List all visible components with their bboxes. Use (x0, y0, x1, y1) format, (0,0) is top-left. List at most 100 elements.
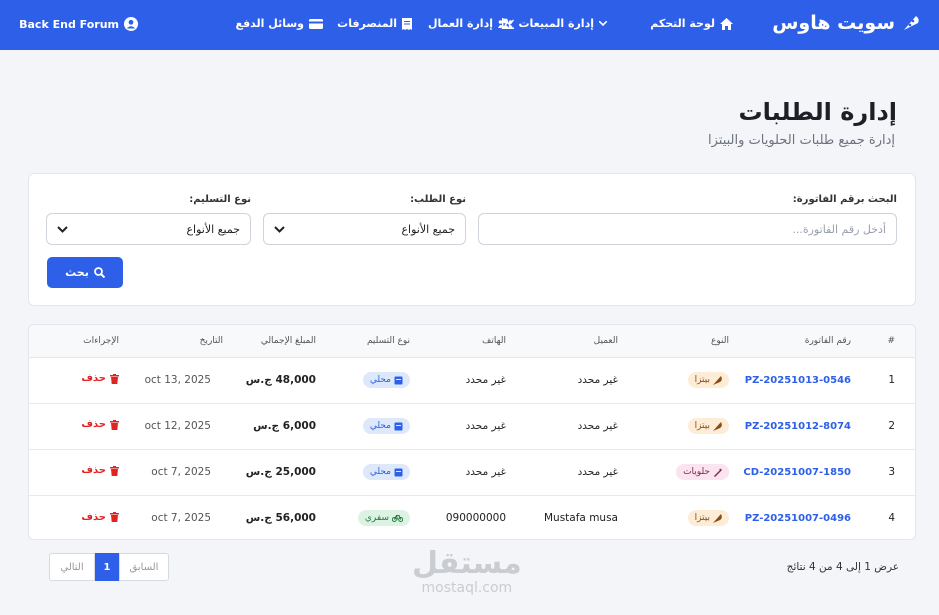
nav-payment-label: وسائل الدفع (235, 17, 304, 30)
trash-icon (110, 465, 119, 476)
watermark: مستقل mostaql.com (412, 546, 522, 597)
prev-page-button[interactable]: السابق (119, 553, 169, 581)
invoice-link[interactable]: PZ-20251012-8074 (745, 421, 851, 432)
customer-cell: غير محدد (526, 357, 636, 404)
row-number: 1 (877, 357, 915, 404)
nav-dashboard[interactable]: لوحة التحكم (650, 17, 733, 30)
nav-expenses[interactable]: المنصرفات (337, 17, 412, 30)
order-type-select[interactable]: جميع الأنواع (263, 213, 466, 245)
phone-cell: غير محدد (420, 403, 526, 450)
invoice-link[interactable]: CD-20251007-1850 (743, 467, 851, 478)
candy-icon (714, 468, 722, 477)
nav-workers-label: إدارة العمال (427, 17, 493, 30)
col-actions: الإجراءات (29, 325, 119, 358)
next-page-button[interactable]: التالي (49, 553, 95, 581)
delivery-type-text: محلي (369, 467, 391, 477)
customer-cell: غير محدد (526, 403, 636, 450)
col-date: التاريخ (119, 325, 223, 358)
top-navbar: سويت هاوس لوحة التحكم إدارة المبيعات إدا… (0, 0, 939, 50)
pizza-icon (713, 421, 722, 431)
nav-workers[interactable]: إدارة العمال (428, 17, 513, 30)
box-icon (394, 376, 403, 384)
delivery-type-badge: محلي (362, 464, 410, 480)
invoice-search-placeholder: أدخل رقم الفاتورة... (792, 222, 886, 236)
delete-label: حذف (81, 419, 106, 431)
bicycle-icon (392, 515, 403, 523)
watermark-arabic: مستقل (412, 546, 522, 581)
delivery-type-badge: سفري (357, 510, 410, 527)
order-type-badge: بيتزا (687, 510, 729, 527)
order-type-badge: بيتزا (687, 418, 729, 434)
table-row: 4 PZ-20251007-0496 بيتزا Mustafa musa 090000… (29, 495, 915, 539)
credit-card-icon (309, 18, 323, 29)
invoice-search-input[interactable]: أدخل رقم الفاتورة... (478, 213, 897, 245)
users-icon (498, 18, 513, 29)
nav-sales-label: إدارة المبيعات (518, 17, 595, 30)
date-cell: oct 7, 2025 (151, 512, 211, 525)
search-button[interactable]: بحث (47, 257, 123, 288)
pizza-icon (713, 513, 722, 523)
delivery-type-label: نوع التسليم: (189, 194, 251, 205)
trash-icon (110, 512, 119, 522)
order-type-text: بيتزا (694, 375, 710, 385)
customer-cell: غير محدد (526, 449, 636, 496)
trash-icon (110, 419, 119, 430)
delivery-type-select[interactable]: جميع الأنواع (46, 213, 251, 245)
col-delivery: نوع التسليم (316, 325, 420, 358)
page-title: إدارة الطلبات (738, 98, 897, 126)
delete-label: حذف (81, 511, 106, 523)
row-number: 3 (877, 449, 915, 496)
chevron-down-icon (599, 20, 607, 26)
amount-cell: 6,000 ج.س (223, 403, 316, 450)
col-invoice: رقم الفاتورة (729, 325, 877, 358)
invoice-link[interactable]: PZ-20251013-0546 (745, 375, 851, 386)
amount-cell: 25,000 ج.س (223, 449, 316, 496)
order-type-badge: بيتزا (687, 372, 729, 388)
trash-icon (110, 373, 119, 384)
row-number: 2 (877, 403, 915, 450)
nav-user-label: Back End Forum (19, 17, 119, 31)
orders-table: # رقم الفاتورة النوع العميل الهاتف نوع ا… (29, 325, 915, 539)
nav-payment[interactable]: وسائل الدفع (235, 17, 323, 30)
col-customer: العميل (526, 325, 636, 358)
delete-button[interactable]: حذف (81, 465, 119, 476)
box-icon (394, 422, 403, 430)
order-type-text: حلويات (683, 467, 710, 477)
page-1-button[interactable]: 1 (95, 553, 119, 581)
chevron-down-icon (57, 226, 68, 233)
nav-user-menu[interactable]: Back End Forum (19, 17, 138, 31)
row-number: 4 (888, 512, 895, 525)
delivery-type-badge: محلي (362, 372, 410, 388)
brand-link[interactable]: سويت هاوس (772, 12, 921, 34)
col-amount: المبلغ الإجمالي (223, 325, 316, 358)
order-type-badge: حلويات (676, 464, 729, 480)
brand-name: سويت هاوس (772, 12, 895, 34)
nav-sales-dropdown[interactable]: إدارة المبيعات (501, 17, 612, 30)
table-row: 2 PZ-20251012-8074 بيتزا غير محدد غير محدد مح… (29, 403, 915, 450)
delivery-type-badge: محلي (362, 418, 410, 434)
order-type-text: بيتزا (694, 513, 710, 524)
chevron-down-icon (274, 226, 285, 233)
delete-button[interactable]: حذف (81, 419, 119, 430)
col-phone: الهاتف (420, 325, 526, 358)
col-type: النوع (636, 325, 729, 358)
invoice-link[interactable]: PZ-20251007-0496 (745, 513, 851, 524)
pizza-icon (713, 375, 722, 385)
order-type-label: نوع الطلب: (410, 194, 466, 205)
customer-cell: Mustafa musa (544, 512, 618, 525)
delete-button[interactable]: حذف (81, 512, 119, 523)
invoice-search-label: البحث برقم الفاتورة: (792, 194, 897, 205)
order-type-value: جميع الأنواع (401, 222, 455, 236)
filter-card: البحث برقم الفاتورة: أدخل رقم الفاتورة..… (28, 173, 916, 306)
date-cell: oct 12, 2025 (119, 403, 223, 450)
amount-cell: 48,000 ج.س (223, 357, 316, 404)
delete-button[interactable]: حذف (81, 373, 119, 384)
delete-label: حذف (81, 373, 106, 385)
delivery-type-value: جميع الأنواع (186, 222, 240, 236)
pagination-info: عرض 1 إلى 4 من 4 نتائج (786, 561, 899, 573)
nav-dashboard-label: لوحة التحكم (650, 17, 715, 30)
delivery-type-text: محلي (369, 375, 391, 385)
col-num: # (877, 325, 915, 358)
date-cell: oct 7, 2025 (119, 449, 223, 496)
receipt-icon (402, 17, 412, 30)
